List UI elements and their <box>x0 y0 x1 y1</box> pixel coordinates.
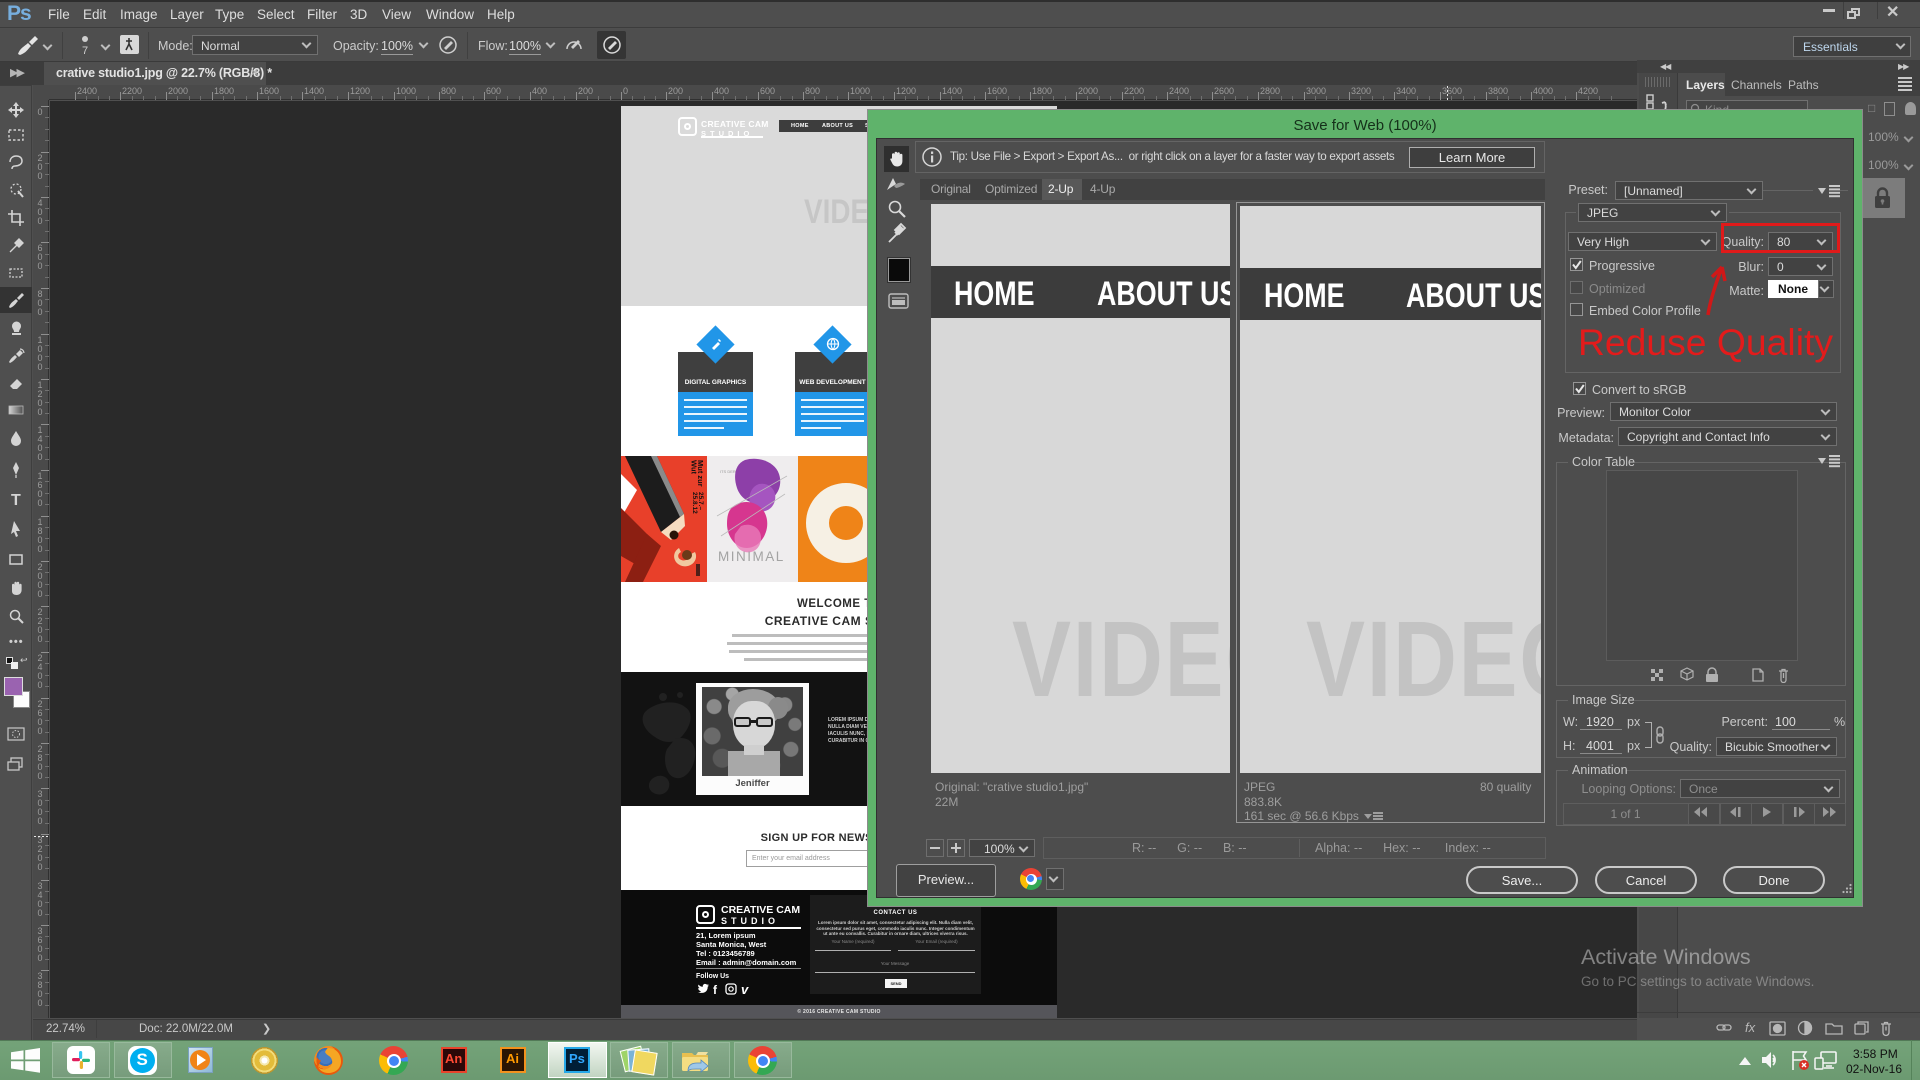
svg-text:f: f <box>713 983 718 997</box>
svg-text:fx: fx <box>1745 1020 1756 1035</box>
svg-text:v: v <box>741 983 749 997</box>
svg-text:T: T <box>11 492 21 508</box>
